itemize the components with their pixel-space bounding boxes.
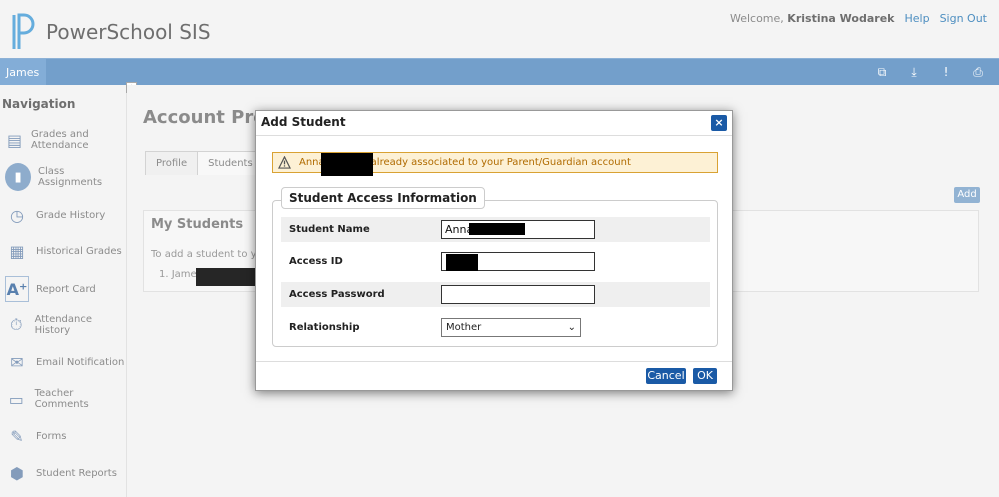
warning-suffix: already associated to your Parent/Guardi… <box>370 157 631 168</box>
redaction-block <box>446 254 478 271</box>
ok-button[interactable]: OK <box>693 368 717 384</box>
access-id-row: Access ID <box>281 249 710 274</box>
add-student-dialog: Add Student × Anna already associated to… <box>255 110 733 391</box>
chevron-down-icon: ⌄ <box>567 322 576 333</box>
access-id-input[interactable] <box>441 252 595 271</box>
cancel-button[interactable]: Cancel <box>646 368 686 384</box>
access-password-row: Access Password <box>281 282 710 307</box>
redaction-block <box>321 153 373 176</box>
section-title: Student Access Information <box>281 187 485 209</box>
student-access-fieldset: Student Access Information Student Name … <box>272 187 718 347</box>
student-name-label: Student Name <box>289 224 370 235</box>
dialog-header: Add Student × <box>256 111 732 136</box>
access-password-input[interactable] <box>441 285 595 304</box>
student-name-row: Student Name Anna <box>281 217 710 242</box>
access-password-label: Access Password <box>289 289 385 300</box>
student-name-input[interactable]: Anna <box>441 220 595 239</box>
close-icon[interactable]: × <box>711 115 727 131</box>
access-id-label: Access ID <box>289 256 343 267</box>
dialog-title: Add Student <box>261 115 346 129</box>
relationship-label: Relationship <box>289 322 360 333</box>
redaction-block <box>469 223 525 235</box>
dialog-footer: Cancel OK <box>256 361 732 390</box>
relationship-row: Relationship Mother ⌄ <box>281 315 710 340</box>
warning-icon <box>278 156 291 169</box>
relationship-select[interactable]: Mother ⌄ <box>441 318 581 337</box>
